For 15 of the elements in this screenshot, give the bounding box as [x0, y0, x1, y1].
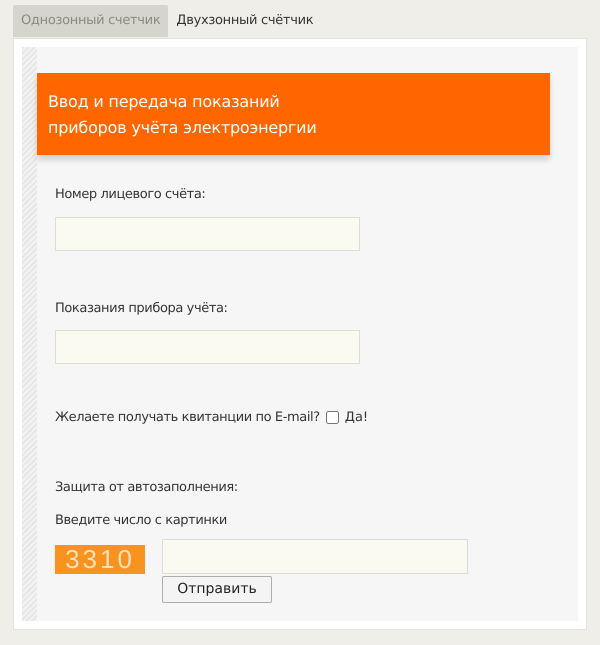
captcha-heading: Защита от автозаполнения:	[55, 478, 239, 496]
email-checkbox[interactable]	[326, 411, 339, 424]
header-title: приборов учёта электроэнергии	[48, 117, 318, 139]
captcha-instruction: Введите число с картинки	[55, 512, 228, 530]
submit-button[interactable]: Отправить	[162, 576, 272, 602]
email-question: Желаете получать квитанции по E-mail?	[55, 409, 320, 427]
header-title: Ввод и передача показаний	[48, 91, 281, 113]
field-label: Номер лицевого счёта:	[55, 186, 206, 204]
tab[interactable]: Двухзонный счётчик	[168, 5, 322, 37]
input-field[interactable]	[55, 330, 360, 364]
captcha-input[interactable]	[162, 538, 468, 574]
field-label: Показания прибора учёта:	[55, 300, 229, 318]
captcha-image: 3310	[55, 544, 145, 574]
input-field[interactable]	[55, 216, 360, 250]
checkbox-label: Да!	[344, 409, 368, 427]
